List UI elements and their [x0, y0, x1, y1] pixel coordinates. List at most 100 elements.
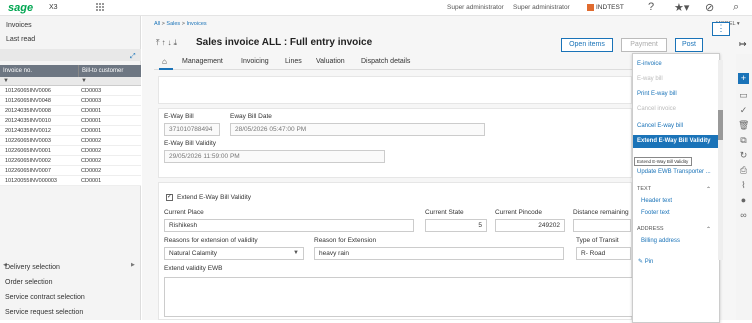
- menu-pin[interactable]: ✎ Pin: [638, 258, 653, 265]
- menu-scrollbar-thumb[interactable]: [718, 110, 723, 140]
- extend-ewb-label: Extend validity EWB: [164, 265, 223, 272]
- menu-cancel-eway-bill[interactable]: Cancel E-way bill: [637, 123, 683, 129]
- print-icon[interactable]: ⎙: [738, 165, 749, 176]
- add-icon[interactable]: +: [738, 73, 749, 84]
- star-icon[interactable]: ★▾: [674, 1, 689, 14]
- last-read-header[interactable]: Last read: [0, 36, 141, 61]
- actions-menu: E-invoice E-way bill Print E-way bill Ca…: [632, 53, 720, 323]
- sage-logo[interactable]: sage: [8, 2, 33, 14]
- menu-header-text[interactable]: Header text: [641, 198, 672, 204]
- menu-footer-text[interactable]: Footer text: [641, 210, 670, 216]
- breadcrumb-invoices[interactable]: Invoices: [186, 21, 206, 27]
- record-nav-arrows[interactable]: ⤒↑↓⤓: [156, 38, 179, 48]
- chevron-up-icon[interactable]: ⌃: [706, 226, 711, 233]
- reason-ext-label: Reasons for extension of validity: [164, 237, 258, 244]
- extend-ewb-textarea[interactable]: [164, 277, 700, 317]
- current-place-label: Current Place: [164, 209, 204, 216]
- table-row[interactable]: 10226065INV0003 CD0002: [0, 136, 141, 146]
- table-row[interactable]: 10226065INV0002 CD0002: [0, 156, 141, 166]
- breadcrumb-sales[interactable]: Sales: [166, 21, 180, 27]
- current-pincode-field[interactable]: 249202: [495, 219, 565, 232]
- menu-tooltip: Extend E-Way Bill Validity: [634, 157, 692, 166]
- extend-label: Extend E-Way Bill Validity: [177, 194, 252, 201]
- chevron-up-icon[interactable]: ⌃: [706, 186, 711, 193]
- table-row[interactable]: 10126065INV0006 CD0003: [0, 86, 141, 96]
- distance-field[interactable]: [573, 219, 631, 232]
- extend-checkbox[interactable]: ✓: [166, 194, 173, 201]
- tab-management[interactable]: Management: [182, 58, 223, 65]
- filter-bill-to[interactable]: ▼: [78, 77, 141, 86]
- menu-scrollbar[interactable]: [718, 60, 723, 260]
- delivery-selection[interactable]: Delivery selection: [5, 264, 60, 271]
- exit-icon[interactable]: ↦: [739, 39, 747, 50]
- filter-invoice-no[interactable]: ▼: [0, 77, 78, 86]
- table-row[interactable]: 10226065INV0001 CD0002: [0, 146, 141, 156]
- copy-icon[interactable]: ⧉: [738, 135, 749, 146]
- folder-icon: [587, 4, 594, 11]
- reason-ext-select[interactable]: Natural Calamity ▼: [164, 247, 304, 260]
- distance-label: Distance remaining: [573, 209, 629, 216]
- table-row[interactable]: 10226065INV0007 CD0002: [0, 166, 141, 176]
- order-selection[interactable]: Order selection: [5, 279, 52, 286]
- col-invoice-no[interactable]: Invoice no.: [0, 65, 78, 77]
- tab-dispatch-details[interactable]: Dispatch details: [361, 58, 410, 65]
- home-icon[interactable]: ⌂: [162, 57, 167, 66]
- user-name[interactable]: Super administrator: [447, 4, 504, 11]
- validity-field[interactable]: 29/05/2026 11:59:00 PM: [164, 150, 385, 163]
- comment-icon[interactable]: ●: [738, 195, 749, 206]
- last-read-label: Last read: [6, 36, 36, 43]
- col-bill-to[interactable]: Bill-to customer: [78, 65, 138, 77]
- menu-e-invoice[interactable]: E-invoice: [637, 61, 662, 67]
- post-button[interactable]: Post: [675, 38, 703, 52]
- tab-valuation[interactable]: Valuation: [316, 58, 345, 65]
- left-panel: Invoices Last read ⤢ Invoice no. Bill-to…: [0, 16, 141, 320]
- menu-print-eway-bill[interactable]: Print E-way bill: [637, 91, 677, 97]
- service-contract-selection[interactable]: Service contract selection: [5, 294, 85, 301]
- col-extra: [138, 65, 141, 77]
- service-request-selection[interactable]: Service request selection: [5, 309, 83, 316]
- menu-e-way-bill[interactable]: E-way bill: [637, 76, 663, 82]
- table-row[interactable]: 20124035INV0012 CD0001: [0, 126, 141, 136]
- left-item-invoices[interactable]: Invoices: [6, 22, 32, 29]
- current-state-field[interactable]: 5: [425, 219, 487, 232]
- menu-update-ewb-transporter[interactable]: Update EWB Transporter ...: [637, 169, 711, 175]
- menu-cancel-invoice[interactable]: Cancel invoice: [637, 106, 676, 112]
- search-icon[interactable]: ⌕: [733, 1, 739, 14]
- transit-label: Type of Transit: [576, 237, 619, 244]
- menu-billing-address[interactable]: Billing address: [641, 238, 680, 244]
- delete-icon[interactable]: 🗑: [738, 120, 749, 131]
- chevron-down-icon: ▼: [293, 250, 299, 256]
- open-items-button[interactable]: Open items: [561, 38, 613, 52]
- folder-name[interactable]: INDTEST: [596, 4, 624, 11]
- refresh-icon[interactable]: ↻: [738, 150, 749, 161]
- user-role[interactable]: Super administrator: [513, 4, 570, 11]
- eway-date-field[interactable]: 28/05/2026 05:47:00 PM: [230, 123, 485, 136]
- table-row[interactable]: 20124035INV0010 CD0001: [0, 116, 141, 126]
- expand-icon[interactable]: ⤢: [130, 53, 136, 61]
- breadcrumb: All > Sales > Invoices: [154, 21, 207, 27]
- payment-button[interactable]: Payment: [621, 38, 667, 52]
- table-row[interactable]: 20124035INV0008 CD0001: [0, 106, 141, 116]
- menu-section-text: TEXT: [637, 186, 652, 192]
- tab-lines[interactable]: Lines: [285, 58, 302, 65]
- reason-field[interactable]: heavy rain: [314, 247, 564, 260]
- menu-section-address: ADDRESS: [637, 226, 664, 232]
- table-row[interactable]: 10120055INV000003 CD0001: [0, 176, 141, 186]
- link-icon[interactable]: ∞: [738, 210, 749, 221]
- help-icon[interactable]: ?: [648, 1, 654, 13]
- more-actions-button[interactable]: ⋮: [712, 22, 730, 36]
- compass-icon[interactable]: ⊘: [705, 1, 714, 14]
- attachment-icon[interactable]: ⌇: [738, 180, 749, 191]
- save-icon[interactable]: ▭: [738, 90, 749, 101]
- validate-icon[interactable]: ✓: [738, 105, 749, 116]
- table-row[interactable]: 10126065INV0048 CD0003: [0, 96, 141, 106]
- menu-extend-eway-validity[interactable]: Extend E-Way Bill Validity: [633, 135, 719, 148]
- tab-bar: ⌂ Management Invoicing Lines Valuation D…: [154, 56, 634, 70]
- app-grid-icon[interactable]: [96, 3, 105, 12]
- breadcrumb-all[interactable]: All: [154, 21, 160, 27]
- eway-bill-field[interactable]: 371010788494: [164, 123, 220, 136]
- tab-invoicing[interactable]: Invoicing: [241, 58, 269, 65]
- transit-field[interactable]: R- Road: [576, 247, 631, 260]
- current-place-field[interactable]: Rishikesh: [164, 219, 414, 232]
- page-title: Sales invoice ALL : Full entry invoice: [196, 37, 373, 48]
